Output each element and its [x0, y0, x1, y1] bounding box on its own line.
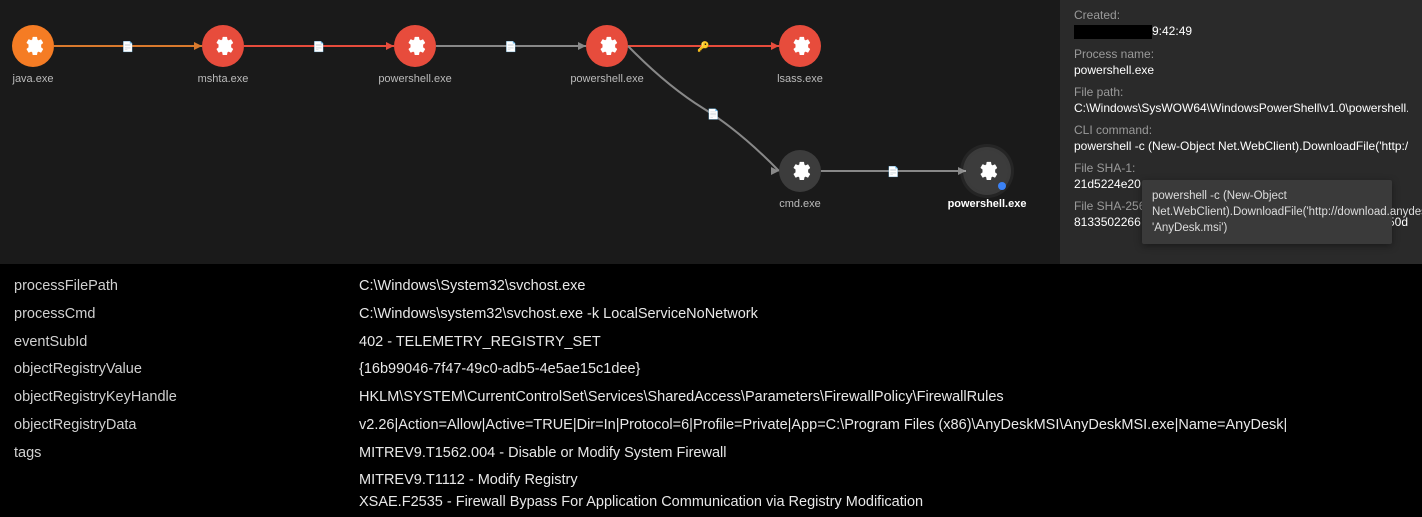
edge-icon: 🔑: [697, 40, 710, 53]
process-node-powershell-exe[interactable]: powershell.exe: [562, 25, 652, 85]
process-node-java-exe[interactable]: java.exe: [0, 25, 78, 85]
properties-panel: processFilePath C:\Windows\System32\svch…: [0, 264, 1422, 517]
edge-icon: 📄: [707, 108, 719, 121]
node-label: powershell.exe: [570, 73, 643, 85]
prop-eventSubId: eventSubId 402 - TELEMETRY_REGISTRY_SET: [14, 332, 1408, 354]
gear-icon[interactable]: [779, 25, 821, 67]
node-label: mshta.exe: [198, 73, 249, 85]
process-node-cmd-exe[interactable]: cmd.exe: [755, 150, 845, 210]
gear-icon[interactable]: [12, 25, 54, 67]
node-label: cmd.exe: [779, 198, 821, 210]
prop-processCmd: processCmd C:\Windows\system32\svchost.e…: [14, 304, 1408, 326]
process-node-lsass-exe[interactable]: lsass.exe: [755, 25, 845, 85]
process-node-mshta-exe[interactable]: mshta.exe: [178, 25, 268, 85]
node-label: java.exe: [13, 73, 54, 85]
redacted-block: [1074, 25, 1152, 39]
detail-file-path: File path: C:\Windows\SysWOW64\WindowsPo…: [1074, 85, 1408, 115]
prop-objectRegistryData: objectRegistryData v2.26|Action=Allow|Ac…: [14, 415, 1408, 437]
process-node-powershell-exe[interactable]: powershell.exe: [370, 25, 460, 85]
gear-icon[interactable]: [202, 25, 244, 67]
process-node-powershell-exe[interactable]: powershell.exe: [942, 150, 1032, 210]
node-label: powershell.exe: [378, 73, 451, 85]
gear-icon[interactable]: [966, 150, 1008, 192]
node-label: lsass.exe: [777, 73, 823, 85]
edge-icon: 📄: [313, 40, 325, 53]
gear-icon[interactable]: [394, 25, 436, 67]
detail-process-name: Process name: powershell.exe: [1074, 47, 1408, 77]
edge-icon: 📄: [887, 165, 899, 178]
prop-objectRegistryKeyHandle: objectRegistryKeyHandle HKLM\SYSTEM\Curr…: [14, 387, 1408, 409]
cli-tooltip: powershell -c (New-Object Net.WebClient)…: [1142, 180, 1392, 244]
prop-processFilePath: processFilePath C:\Windows\System32\svch…: [14, 276, 1408, 298]
node-label: powershell.exe: [948, 198, 1027, 210]
detail-cli: CLI command: powershell -c (New-Object N…: [1074, 123, 1408, 153]
gear-icon[interactable]: [779, 150, 821, 192]
edge-icon: 📄: [122, 40, 134, 53]
prop-tags: tags MITREV9.T1562.004 - Disable or Modi…: [14, 443, 1408, 465]
gear-icon[interactable]: [586, 25, 628, 67]
edge-icon: 📄: [505, 40, 517, 53]
detail-created: Created: 9:42:49: [1074, 8, 1408, 39]
prop-objectRegistryValue: objectRegistryValue {16b99046-7f47-49c0-…: [14, 359, 1408, 381]
